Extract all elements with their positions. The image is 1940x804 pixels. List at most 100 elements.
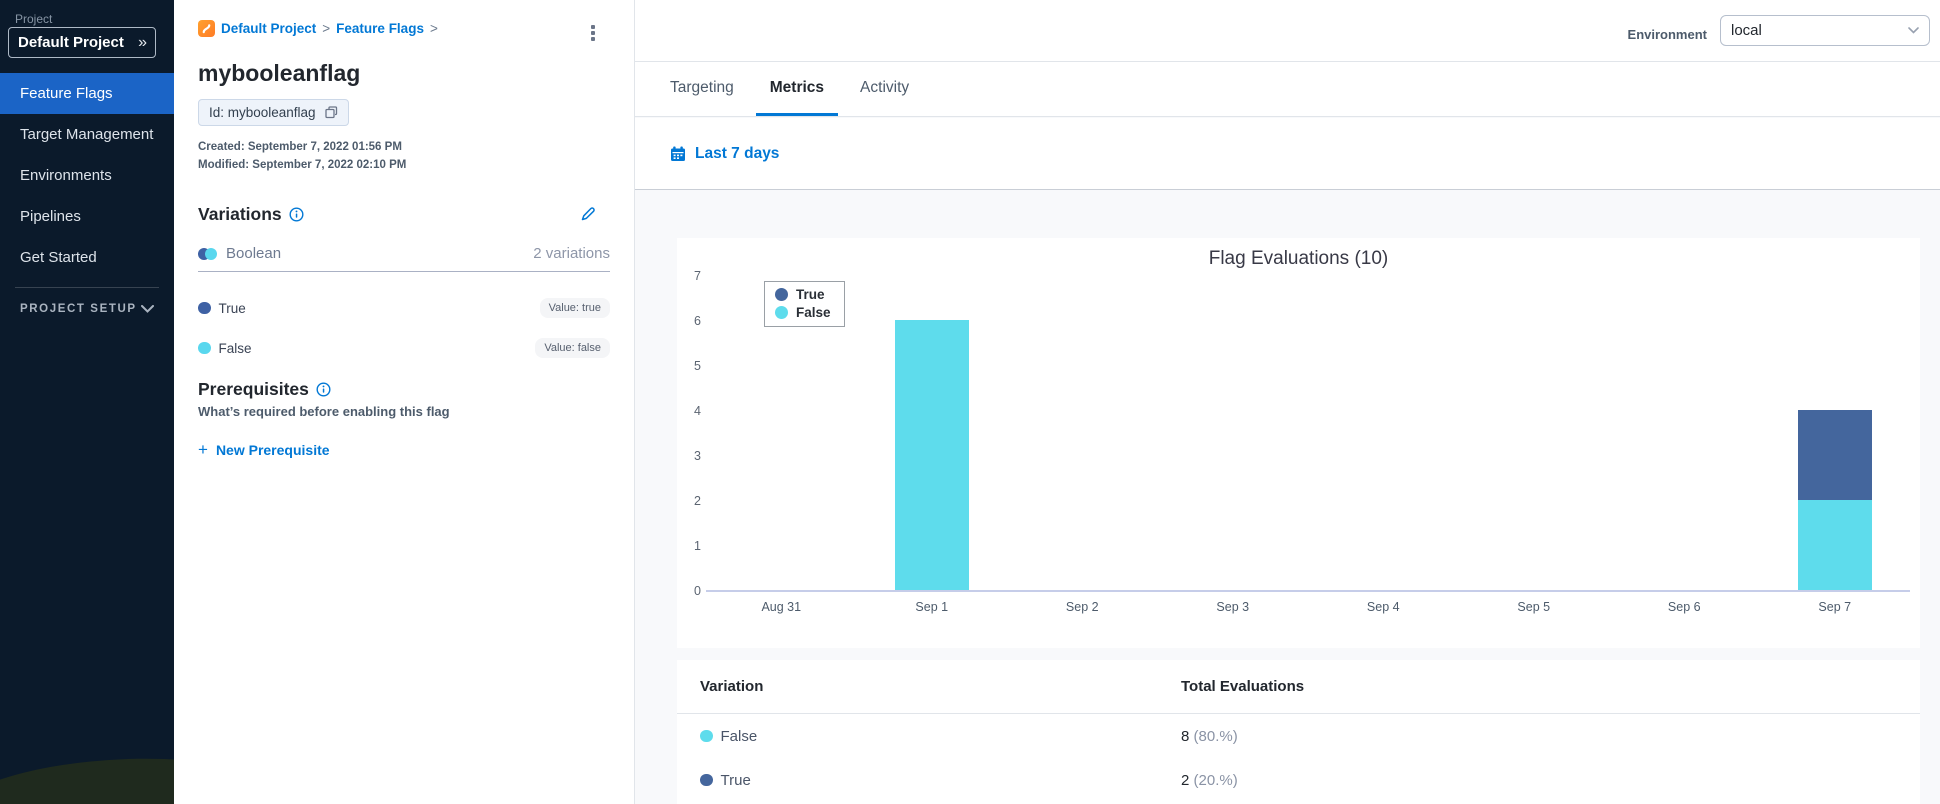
variation-name: False — [218, 340, 252, 356]
table-cell-total: 2 (20.%) — [1181, 772, 1238, 789]
boolean-type-icon — [198, 247, 218, 261]
x-axis-tick: Sep 6 — [1667, 600, 1701, 614]
date-range-button[interactable]: Last 7 days — [695, 145, 779, 163]
legend-item-false: False — [775, 305, 831, 320]
table-cell-variation: True — [700, 772, 751, 789]
info-icon[interactable] — [289, 207, 304, 222]
x-axis-tick: Sep 3 — [1216, 600, 1250, 614]
tab-metrics[interactable]: Metrics — [755, 62, 839, 116]
environment-select[interactable]: local — [1720, 15, 1930, 46]
calendar-icon — [671, 146, 685, 161]
project-setup-label: PROJECT SETUP — [20, 303, 137, 315]
variation-type-row: Boolean 2 variations — [198, 245, 610, 262]
x-axis-tick: Sep 1 — [915, 600, 949, 614]
feature-flags-module-icon — [198, 20, 215, 37]
flag-id-text: Id: mybooleanflag — [209, 105, 316, 120]
chart-plot-area: True False 0 1 2 3 4 5 6 7 Aug 31 Sep 1 Sep 2 Sep 3 S… — [694, 269, 1910, 614]
table-row-false: False 8 (80.%) — [677, 714, 1920, 758]
y-axis-tick: 6 — [694, 314, 701, 328]
evaluation-percent: (20.%) — [1193, 771, 1238, 789]
edit-variations-button[interactable] — [579, 204, 599, 224]
created-date: Created: September 7, 2022 01:56 PM — [198, 141, 402, 153]
project-selector[interactable]: Default Project » — [8, 27, 156, 58]
bar-true-sep-7 — [1797, 410, 1872, 500]
table-row-true: True 2 (20.%) — [677, 758, 1920, 802]
x-axis-tick: Sep 5 — [1517, 600, 1551, 614]
sidebar-nav: Feature Flags Target Management Environmen… — [0, 73, 174, 278]
variation-name: True — [218, 300, 246, 316]
sidebar-item-get-started[interactable]: Get Started — [0, 237, 174, 278]
breadcrumb: Default Project > Feature Flags > — [198, 20, 438, 37]
sidebar: Project Default Project » Feature Flags T… — [0, 0, 174, 804]
legend-dot — [775, 288, 788, 301]
y-axis-tick: 0 — [694, 584, 701, 598]
chart-legend: True False — [764, 281, 845, 327]
tab-activity[interactable]: Activity — [846, 62, 923, 116]
variation-name: True — [720, 771, 751, 789]
metrics-panel: Environment local Targeting Metrics Activi… — [635, 0, 1940, 804]
variation-list: True Value: true False Value: false — [198, 288, 610, 368]
variation-type-label: Boolean — [226, 245, 282, 262]
chart-title: Flag Evaluations (10) — [1208, 248, 1389, 269]
modified-date: Modified: September 7, 2022 02:10 PM — [198, 159, 407, 171]
legend-label: False — [796, 305, 831, 320]
flag-id-chip[interactable]: Id: mybooleanflag — [198, 99, 349, 126]
y-axis-tick: 1 — [694, 539, 701, 553]
sidebar-project-setup[interactable]: PROJECT SETUP — [20, 303, 154, 315]
evaluation-count: 2 — [1181, 771, 1194, 789]
variation-name: False — [720, 727, 758, 745]
tab-targeting[interactable]: Targeting — [656, 62, 748, 116]
variation-color-dot — [198, 341, 211, 355]
project-selector-value: Default Project — [18, 34, 124, 51]
sidebar-item-environments[interactable]: Environments — [0, 155, 174, 196]
flag-detail-panel: Default Project > Feature Flags > mybool… — [174, 0, 635, 804]
sidebar-item-pipelines[interactable]: Pipelines — [0, 196, 174, 237]
plus-icon: + — [198, 440, 208, 459]
environment-select-value: local — [1731, 22, 1762, 39]
variation-value-chip: Value: true — [539, 298, 610, 318]
bar-false-sep-1 — [894, 320, 969, 590]
sidebar-item-feature-flags[interactable]: Feature Flags — [0, 73, 174, 114]
y-axis-tick: 4 — [694, 404, 701, 418]
legend-dot — [775, 306, 788, 319]
breadcrumb-separator: > — [429, 21, 438, 36]
new-prerequisite-label: New Prerequisite — [215, 442, 330, 458]
y-axis-tick: 5 — [694, 359, 701, 373]
pencil-icon — [581, 207, 595, 221]
table-cell-variation: False — [700, 728, 757, 745]
y-axis-tick: 3 — [694, 449, 701, 463]
project-label: Project — [15, 12, 53, 26]
x-axis-tick: Sep 2 — [1065, 600, 1099, 614]
kebab-menu-button[interactable] — [582, 22, 604, 44]
variations-heading: Variations — [198, 204, 304, 225]
copy-icon[interactable] — [324, 106, 338, 119]
new-prerequisite-button[interactable]: + New Prerequisite — [198, 440, 330, 460]
variation-color-dot — [700, 773, 713, 787]
breadcrumb-separator: > — [322, 21, 331, 36]
date-range-bar: Last 7 days — [635, 118, 1940, 190]
variations-divider — [198, 271, 610, 272]
sidebar-item-target-management[interactable]: Target Management — [0, 114, 174, 155]
flag-title: mybooleanflag — [198, 60, 361, 86]
x-axis-tick: Sep 4 — [1366, 600, 1400, 614]
expand-panel-icon: » — [138, 33, 147, 51]
evaluation-percent: (80.%) — [1193, 727, 1238, 745]
variation-count: 2 variations — [533, 245, 610, 262]
table-cell-total: 8 (80.%) — [1181, 728, 1238, 745]
variations-heading-text: Variations — [198, 204, 282, 224]
table-header-row: Variation Total Evaluations — [677, 660, 1920, 714]
variation-row-true: True Value: true — [198, 288, 610, 328]
variation-row-false: False Value: false — [198, 328, 610, 368]
info-icon[interactable] — [316, 382, 331, 397]
flag-evaluations-chart-card: Flag Evaluations (10) True False 0 1 2 3 4 5 6 7… — [677, 238, 1920, 648]
table-body: False 8 (80.%) True 2 (20.%) — [677, 714, 1920, 802]
environment-label: Environment — [1627, 27, 1707, 42]
y-axis-tick: 2 — [694, 494, 701, 508]
x-axis-tick: Aug 31 — [761, 600, 802, 614]
environment-bar: Environment local — [635, 0, 1940, 62]
sidebar-divider — [15, 287, 159, 288]
breadcrumb-feature-flags[interactable]: Feature Flags — [336, 21, 424, 36]
legend-label: True — [796, 287, 825, 302]
breadcrumb-default-project[interactable]: Default Project — [221, 21, 316, 36]
variation-color-dot — [700, 729, 713, 743]
